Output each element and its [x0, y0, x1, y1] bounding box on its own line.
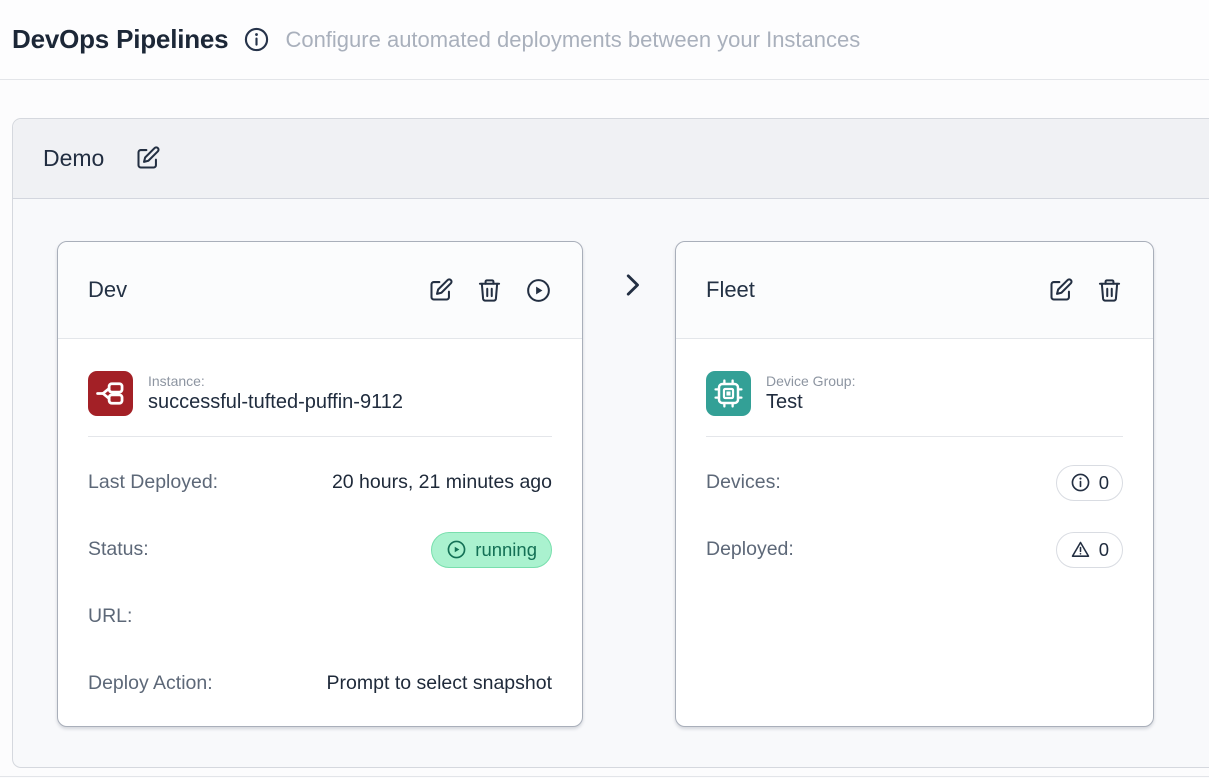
status-label: Status: [88, 538, 149, 561]
pipeline-panel-body: Dev [13, 199, 1209, 767]
devices-row: Devices: 0 [706, 464, 1123, 501]
info-icon[interactable] [243, 26, 270, 53]
source-card-header: Dev [58, 242, 582, 339]
bottom-divider [0, 776, 1209, 777]
target-card-body: Device Group: Test Devices: [676, 339, 1153, 568]
warning-triangle-icon [1070, 539, 1091, 560]
instance-label: Instance: [148, 373, 403, 389]
source-card-actions [427, 277, 552, 304]
devices-count-badge[interactable]: 0 [1056, 465, 1123, 501]
instance-text: Instance: successful-tufted-puffin-9112 [148, 373, 403, 414]
devices-count: 0 [1099, 472, 1109, 494]
target-card-title: Fleet [706, 277, 755, 303]
source-card-body: Instance: successful-tufted-puffin-9112 … [58, 339, 582, 702]
target-card-header: Fleet [676, 242, 1153, 339]
info-circle-icon [1070, 472, 1091, 493]
source-card: Dev [57, 241, 583, 727]
play-circle-icon [525, 277, 552, 304]
divider [706, 436, 1123, 437]
status-badge-label: running [475, 539, 537, 561]
device-group-icon [706, 371, 751, 416]
trash-icon [476, 277, 503, 304]
instance-row: Instance: successful-tufted-puffin-9112 [88, 371, 552, 416]
edit-source-button[interactable] [427, 277, 454, 304]
last-deployed-row: Last Deployed: 20 hours, 21 minutes ago [88, 464, 552, 501]
pencil-square-icon [427, 277, 454, 304]
target-detail-rows: Devices: 0 [706, 464, 1123, 568]
device-group-text: Device Group: Test [766, 373, 855, 414]
devices-label: Devices: [706, 471, 781, 494]
edit-target-button[interactable] [1047, 277, 1074, 304]
target-card-actions [1047, 277, 1123, 304]
url-label: URL: [88, 605, 132, 628]
instance-name: successful-tufted-puffin-9112 [148, 391, 403, 414]
pencil-square-icon [1047, 277, 1074, 304]
source-card-title: Dev [88, 277, 127, 303]
device-group-label: Device Group: [766, 373, 855, 389]
status-row: Status: running [88, 531, 552, 568]
deploy-action-row: Deploy Action: Prompt to select snapshot [88, 665, 552, 702]
last-deployed-label: Last Deployed: [88, 471, 218, 494]
deployed-count: 0 [1099, 539, 1109, 561]
page-header: DevOps Pipelines Configure automated dep… [0, 0, 1209, 80]
trash-icon [1096, 277, 1123, 304]
source-detail-rows: Last Deployed: 20 hours, 21 minutes ago … [88, 464, 552, 702]
device-group-row: Device Group: Test [706, 371, 1123, 416]
device-group-name: Test [766, 391, 855, 414]
instance-icon [88, 371, 133, 416]
pipeline-name: Demo [43, 145, 104, 172]
run-pipeline-button[interactable] [525, 277, 552, 304]
divider [88, 436, 552, 437]
last-deployed-value: 20 hours, 21 minutes ago [332, 471, 552, 494]
rename-pipeline-button[interactable] [134, 145, 161, 172]
deployed-count-badge[interactable]: 0 [1056, 532, 1123, 568]
deploy-action-value: Prompt to select snapshot [327, 672, 552, 695]
target-card: Fleet [675, 241, 1154, 727]
play-circle-icon [446, 539, 467, 560]
status-badge: running [431, 532, 552, 568]
url-row: URL: [88, 598, 552, 635]
deploy-action-label: Deploy Action: [88, 672, 213, 695]
page-title: DevOps Pipelines [12, 24, 228, 55]
pencil-square-icon [134, 145, 161, 172]
delete-target-button[interactable] [1096, 277, 1123, 304]
deployed-label: Deployed: [706, 538, 794, 561]
page-subtitle: Configure automated deployments between … [285, 27, 860, 53]
deployed-row: Deployed: 0 [706, 531, 1123, 568]
pipeline-panel-header: Demo [13, 119, 1209, 199]
delete-source-button[interactable] [476, 277, 503, 304]
chevron-right-icon [617, 270, 647, 300]
pipeline-panel: Demo Dev [12, 118, 1209, 768]
